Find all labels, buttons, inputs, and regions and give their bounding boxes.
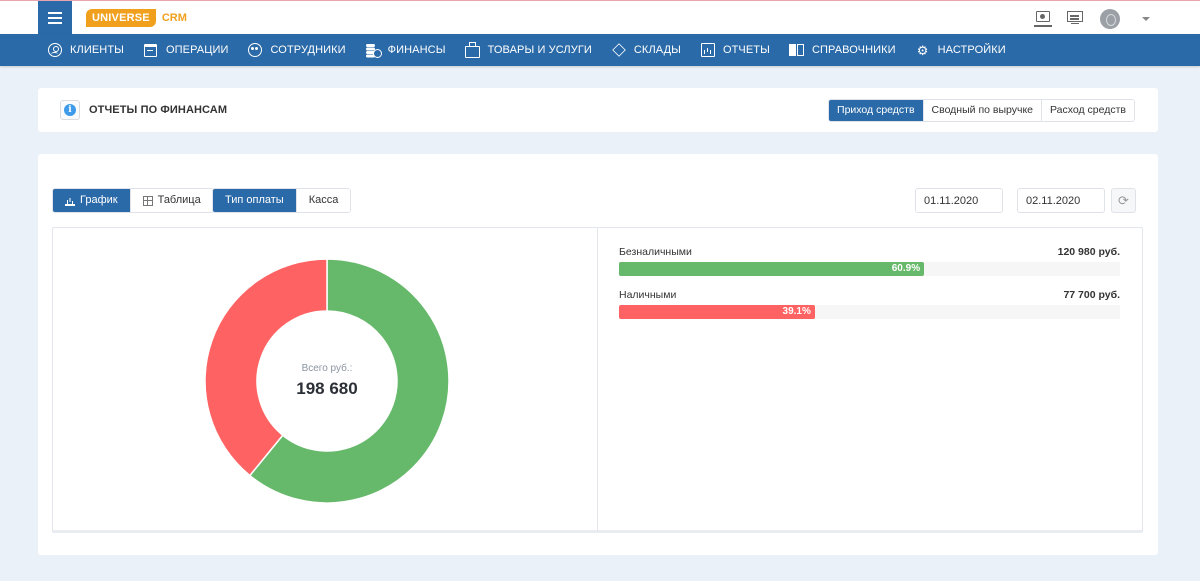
date-to-input[interactable] xyxy=(1017,188,1105,213)
bar-fill: 60.9% xyxy=(619,262,925,276)
nav-item-employees[interactable]: СОТРУДНИКИ xyxy=(247,42,346,58)
table-view-button[interactable]: Таблица xyxy=(129,189,213,212)
layers-icon xyxy=(611,42,627,58)
nav-item-label: ОТЧЕТЫ xyxy=(722,44,770,56)
bar-row-cashless: Безналичными 120 980 руб. 60.9% xyxy=(619,246,1120,276)
refresh-button[interactable]: ⟳ xyxy=(1111,188,1136,213)
grouping-toggle: Тип оплаты Касса xyxy=(212,188,352,213)
cash-register-button[interactable]: Касса xyxy=(295,189,351,212)
hamburger-icon-line xyxy=(48,17,62,19)
nav-item-label: ОПЕРАЦИИ xyxy=(165,44,229,56)
user-circle-icon xyxy=(47,42,63,58)
bar-amount: 120 980 руб. xyxy=(1057,246,1120,258)
gear-icon: ⚙ xyxy=(916,42,929,58)
chart-icon xyxy=(65,196,75,206)
panel-divider xyxy=(597,228,598,531)
chart-view-label: График xyxy=(80,194,118,206)
bar-row-cash: Наличными 77 700 руб. 39.1% xyxy=(619,289,1120,319)
calendar-icon xyxy=(143,42,159,58)
team-icon xyxy=(247,42,263,58)
view-toggle: График Таблица xyxy=(52,188,214,213)
tab-expenses[interactable]: Расход средств xyxy=(1041,100,1134,121)
bar-chart-icon xyxy=(700,42,716,58)
main-nav: КЛИЕНТЫ ОПЕРАЦИИ СОТРУДНИКИ ФИНАНСЫ ТОВА… xyxy=(0,34,1200,66)
page-title: ОТЧЕТЫ ПО ФИНАНСАМ xyxy=(89,104,228,116)
bar-label: Наличными xyxy=(619,289,677,301)
donut-chart: Всего руб.: 198 680 xyxy=(204,258,450,504)
nav-item-label: ФИНАНСЫ xyxy=(387,44,446,56)
nav-item-clients[interactable]: КЛИЕНТЫ xyxy=(47,42,124,58)
top-icons xyxy=(1034,9,1150,29)
avatar[interactable] xyxy=(1100,9,1120,29)
bar-track: 60.9% xyxy=(619,262,1120,276)
logo-main: UNIVERSE xyxy=(86,9,156,27)
tab-income[interactable]: Приход средств xyxy=(829,100,923,121)
chart-view-button[interactable]: График xyxy=(53,189,130,212)
table-icon xyxy=(142,195,153,206)
bar-fill: 39.1% xyxy=(619,305,815,319)
nav-item-reports[interactable]: ОТЧЕТЫ xyxy=(700,42,770,58)
top-bar: UNIVERSE CRM xyxy=(0,0,1200,35)
report-header: i ОТЧЕТЫ ПО ФИНАНСАМ Приход средств Свод… xyxy=(38,88,1158,132)
bar-label: Безналичными xyxy=(619,246,692,258)
hamburger-icon-line xyxy=(48,22,62,24)
bar-track: 39.1% xyxy=(619,305,1120,319)
payment-type-button[interactable]: Тип оплаты xyxy=(213,189,296,212)
total-label: Всего руб.: xyxy=(301,363,353,374)
nav-item-warehouses[interactable]: СКЛАДЫ xyxy=(611,42,681,58)
presentation-icon[interactable] xyxy=(1066,10,1084,28)
nav-item-label: СОТРУДНИКИ xyxy=(270,44,346,56)
nav-item-finances[interactable]: ФИНАНСЫ xyxy=(365,42,446,58)
nav-item-label: КЛИЕНТЫ xyxy=(70,44,124,56)
tab-revenue-summary[interactable]: Сводный по выручке xyxy=(922,100,1041,121)
date-from-input[interactable] xyxy=(915,188,1003,213)
nav-item-label: ТОВАРЫ И УСЛУГИ xyxy=(487,44,592,56)
report-content: График Таблица Тип оплаты Касса ⟳ Всего … xyxy=(38,154,1158,555)
nav-item-label: НАСТРОЙКИ xyxy=(937,44,1006,56)
nav-item-operations[interactable]: ОПЕРАЦИИ xyxy=(143,42,229,58)
briefcase-icon xyxy=(465,41,481,58)
report-tabs: Приход средств Сводный по выручке Расход… xyxy=(828,99,1135,122)
nav-item-label: СКЛАДЫ xyxy=(633,44,681,56)
chevron-down-icon[interactable] xyxy=(1142,17,1150,21)
logo[interactable]: UNIVERSE CRM xyxy=(86,9,187,27)
donut-center: Всего руб.: 198 680 xyxy=(204,258,450,504)
logo-sub: CRM xyxy=(161,12,187,24)
bar-amount: 77 700 руб. xyxy=(1063,289,1120,301)
payment-bars: Безналичными 120 980 руб. 60.9% Наличным… xyxy=(619,246,1120,332)
hamburger-icon-line xyxy=(48,12,62,14)
info-button[interactable]: i xyxy=(60,100,80,120)
total-value: 198 680 xyxy=(296,379,358,398)
nav-item-directories[interactable]: СПРАВОЧНИКИ xyxy=(789,42,896,58)
table-view-label: Таблица xyxy=(157,194,201,206)
nav-item-settings[interactable]: ⚙ НАСТРОЙКИ xyxy=(915,42,1006,58)
book-icon xyxy=(789,42,805,58)
refresh-icon: ⟳ xyxy=(1118,192,1129,208)
chart-panel: Всего руб.: 198 680 Безналичными 120 980… xyxy=(52,227,1143,533)
nav-item-goods-services[interactable]: ТОВАРЫ И УСЛУГИ xyxy=(465,41,592,58)
coins-icon xyxy=(365,42,382,58)
info-icon: i xyxy=(64,104,76,116)
nav-item-label: СПРАВОЧНИКИ xyxy=(811,44,896,56)
menu-button[interactable] xyxy=(38,1,72,35)
monitor-icon[interactable] xyxy=(1034,10,1052,28)
